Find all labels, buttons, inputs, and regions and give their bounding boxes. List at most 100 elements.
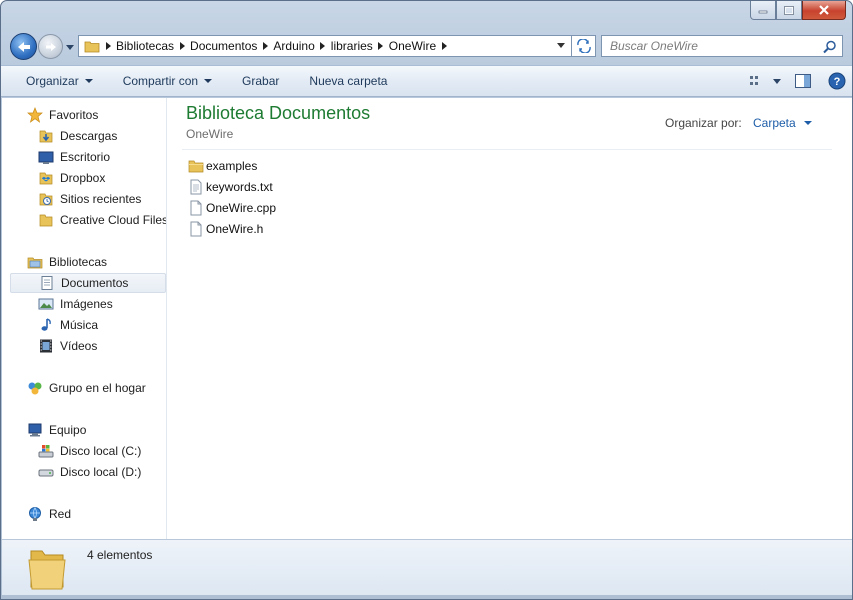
arrow-left-icon [17, 41, 30, 52]
change-view-button[interactable] [746, 69, 768, 93]
sidebar-group-label: Equipo [49, 423, 87, 437]
folder-icon [28, 550, 66, 590]
item-count: 4 elementos [87, 548, 153, 562]
music-icon [38, 317, 54, 333]
breadcrumb-item[interactable]: OneWire [389, 39, 436, 53]
file-row-examples[interactable]: examples [188, 156, 257, 176]
sidebar-item-label: Vídeos [60, 339, 98, 353]
breadcrumb-separator-icon[interactable] [315, 42, 331, 50]
sidebar-item-creative-cloud[interactable]: Creative Cloud Files [38, 210, 166, 230]
sidebar-item-videos[interactable]: Vídeos [38, 336, 97, 356]
chevron-down-icon [773, 78, 781, 84]
sidebar-item-drive-c[interactable]: Disco local (C:) [38, 441, 141, 461]
address-dropdown-icon[interactable] [557, 43, 565, 48]
sidebar-item-music[interactable]: Música [38, 315, 98, 335]
explorer-window: Bibliotecas Documentos Arduino libraries One… [0, 0, 853, 600]
navigation-pane: Favoritos Descargas Escritorio Dropbox S… [2, 98, 167, 539]
help-button[interactable]: ? [820, 69, 852, 93]
breadcrumb-item[interactable]: Documentos [190, 39, 257, 53]
sidebar-item-drive-d[interactable]: Disco local (D:) [38, 462, 141, 482]
breadcrumb-separator-icon[interactable] [174, 42, 190, 50]
pictures-icon [38, 296, 54, 312]
sidebar-item-label: Disco local (C:) [60, 444, 142, 458]
sidebar-item-label: Sitios recientes [60, 192, 142, 206]
sidebar-item-recent-places[interactable]: Sitios recientes [38, 189, 141, 209]
system-drive-icon [38, 443, 54, 459]
organize-button[interactable]: Organizar [18, 69, 101, 93]
sidebar-item-desktop[interactable]: Escritorio [38, 147, 110, 167]
details-pane: 4 elementos [2, 539, 852, 595]
breadcrumb-item[interactable]: Arduino [273, 39, 314, 53]
file-row-keywords[interactable]: keywords.txt [188, 177, 273, 197]
sidebar-group-computer[interactable]: Equipo [27, 420, 86, 440]
view-options-button[interactable] [768, 69, 786, 93]
chevron-down-icon [66, 44, 74, 50]
maximize-button[interactable] [776, 1, 802, 20]
organize-label: Organizar [26, 74, 79, 88]
svg-text:?: ? [834, 76, 841, 88]
chevron-down-icon [803, 121, 812, 125]
sidebar-group-homegroup[interactable]: Grupo en el hogar [27, 378, 146, 398]
breadcrumb: Bibliotecas Documentos Arduino libraries One… [100, 36, 452, 56]
chevron-down-icon [204, 79, 213, 83]
file-row-onewire-h[interactable]: OneWire.h [188, 219, 263, 239]
address-bar[interactable]: Bibliotecas Documentos Arduino libraries One… [78, 35, 572, 57]
folder-icon [84, 41, 100, 53]
breadcrumb-item[interactable]: Bibliotecas [116, 39, 174, 53]
breadcrumb-separator-icon[interactable] [373, 42, 389, 50]
share-label: Compartir con [122, 74, 199, 88]
search-box[interactable] [601, 35, 843, 57]
burn-button[interactable]: Grabar [234, 69, 287, 93]
breadcrumb-separator-icon[interactable] [436, 42, 452, 50]
header-divider [182, 149, 832, 150]
search-input[interactable] [610, 39, 820, 53]
recent-pages-button[interactable] [65, 42, 75, 52]
breadcrumb-item[interactable]: libraries [331, 39, 373, 53]
minimize-button[interactable] [750, 1, 776, 20]
sidebar-group-favorites[interactable]: Favoritos [27, 105, 98, 125]
file-name: OneWire.cpp [206, 201, 277, 215]
breadcrumb-separator-icon[interactable] [257, 42, 273, 50]
sidebar-item-label: Imágenes [60, 297, 113, 311]
burn-label: Grabar [242, 74, 280, 88]
text-file-icon [188, 179, 204, 195]
minimize-icon [758, 10, 768, 14]
desktop-icon [38, 149, 54, 165]
share-button[interactable]: Compartir con [115, 69, 220, 93]
file-list-pane: Biblioteca Documentos OneWire Organizar … [168, 98, 852, 539]
sidebar-item-label: Música [60, 318, 99, 332]
new-folder-label: Nueva carpeta [309, 74, 388, 88]
arrange-by-label: Organizar por: [665, 116, 742, 130]
videos-icon [38, 338, 54, 354]
page-subtitle: OneWire [186, 127, 234, 141]
search-icon[interactable] [823, 40, 837, 54]
new-folder-button[interactable]: Nueva carpeta [301, 69, 395, 93]
folder-icon [188, 158, 204, 174]
arrange-by-dropdown[interactable]: Carpeta [753, 116, 812, 130]
sidebar-item-label: Documentos [61, 276, 129, 290]
chevron-down-icon [84, 79, 93, 83]
help-icon: ? [828, 72, 846, 90]
drive-icon [38, 464, 54, 480]
sidebar-item-documents[interactable]: Documentos [10, 273, 166, 293]
forward-button[interactable] [38, 34, 63, 59]
back-button[interactable] [10, 33, 37, 60]
sidebar-item-label: Descargas [60, 129, 118, 143]
close-icon [819, 5, 829, 15]
close-button[interactable] [802, 1, 846, 20]
file-name: keywords.txt [206, 180, 273, 194]
sidebar-group-libraries[interactable]: Bibliotecas [27, 252, 107, 272]
refresh-button[interactable] [572, 35, 596, 57]
view-list-icon [750, 76, 758, 85]
folder-icon [38, 212, 54, 228]
file-row-onewire-cpp[interactable]: OneWire.cpp [188, 198, 276, 218]
refresh-icon [576, 39, 591, 53]
sidebar-item-dropbox[interactable]: Dropbox [38, 168, 105, 188]
sidebar-item-pictures[interactable]: Imágenes [38, 294, 113, 314]
preview-pane-button[interactable] [786, 69, 820, 93]
sidebar-group-network[interactable]: Red [27, 504, 71, 524]
sidebar-group-label: Grupo en el hogar [49, 381, 146, 395]
sidebar-item-downloads[interactable]: Descargas [38, 126, 117, 146]
downloads-folder-icon [38, 128, 54, 144]
breadcrumb-separator-icon[interactable] [100, 42, 116, 50]
